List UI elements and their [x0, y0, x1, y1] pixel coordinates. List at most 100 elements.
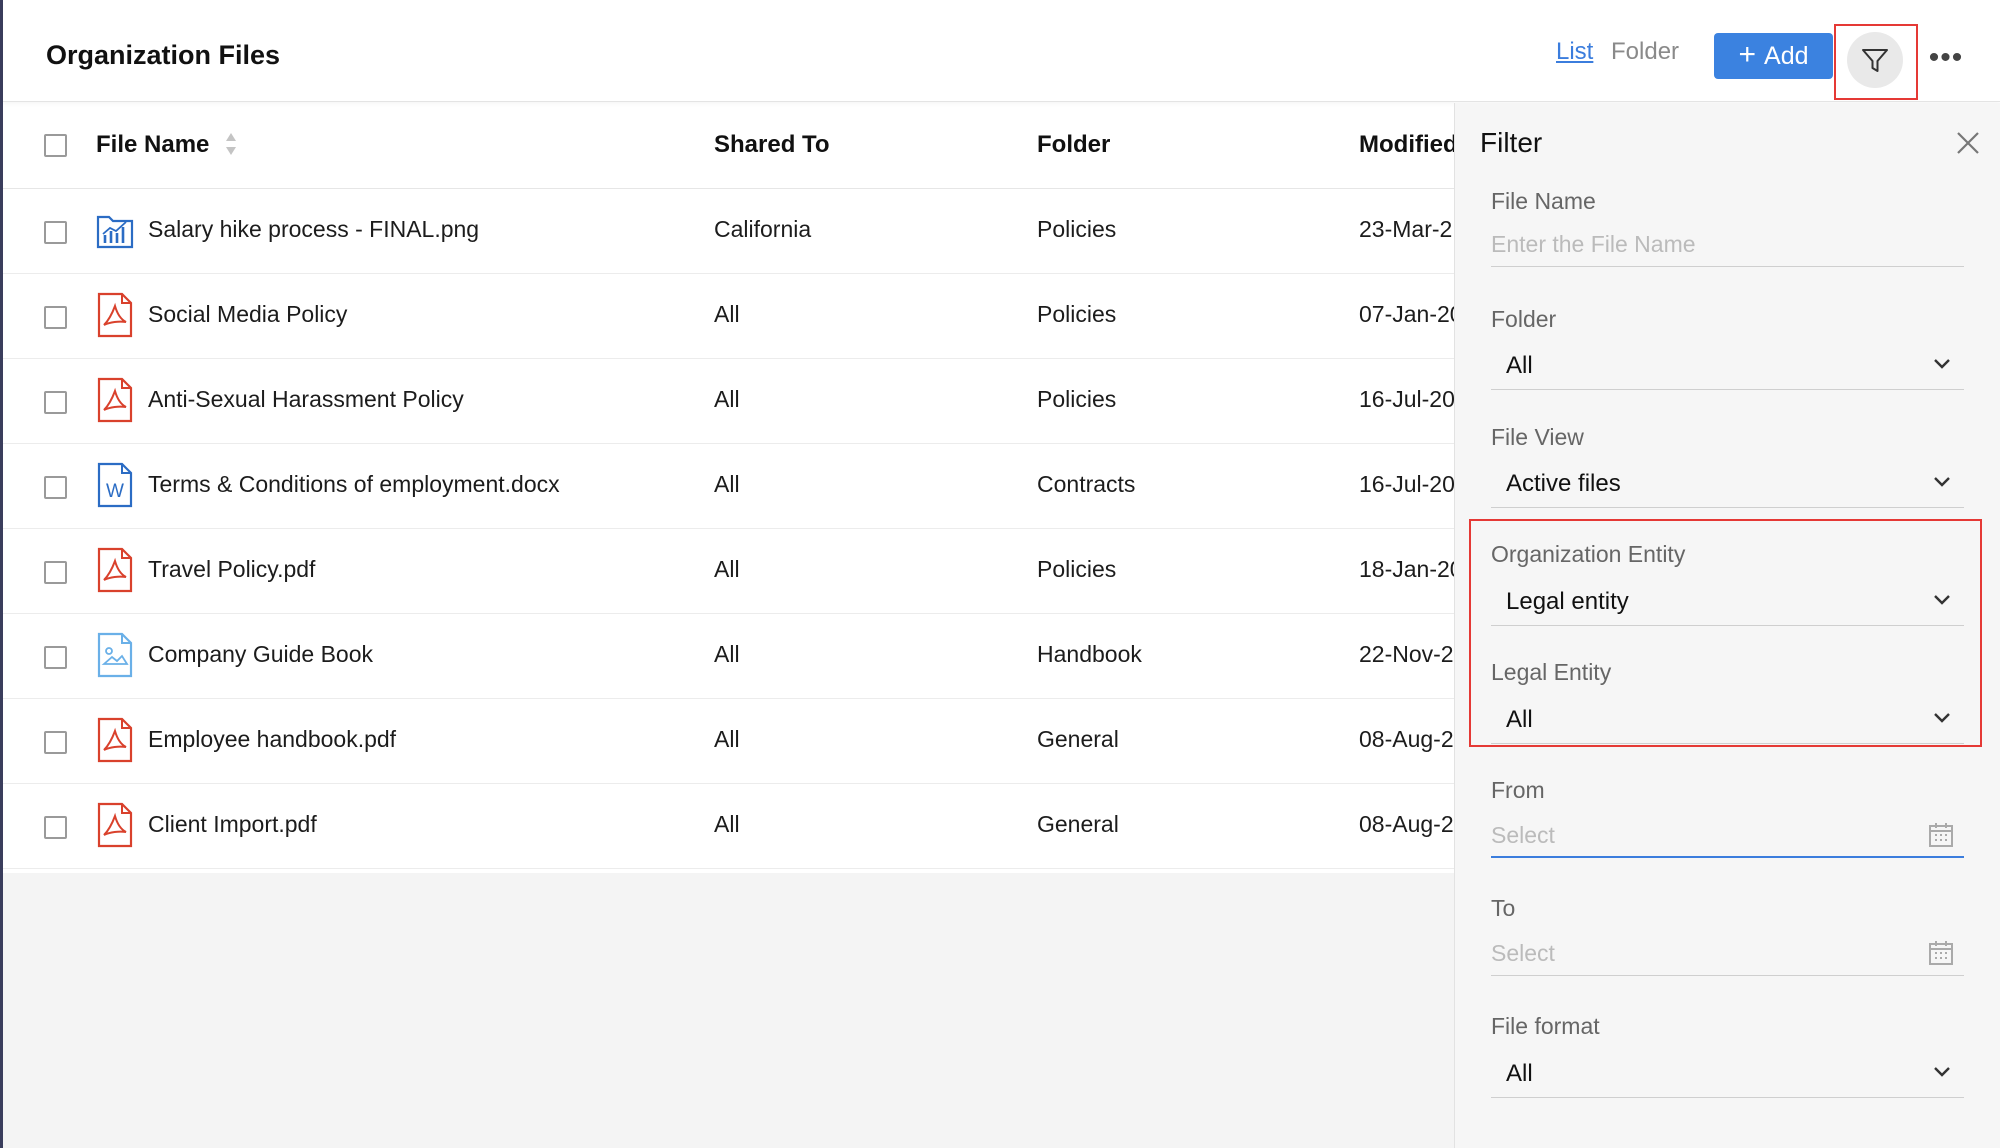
file-view-select[interactable]: Active files: [1491, 460, 1964, 508]
word-doc-icon: W: [97, 462, 133, 508]
file-name[interactable]: Salary hike process - FINAL.png: [148, 216, 479, 243]
org-entity-select-value: Legal entity: [1506, 588, 1629, 615]
file-format-select-value: All: [1506, 1060, 1533, 1087]
sort-icon[interactable]: [224, 131, 238, 157]
table-header: File Name Shared To Folder Modified: [3, 103, 1458, 189]
page-title: Organization Files: [46, 40, 281, 70]
folder-name: Policies: [1037, 301, 1117, 327]
empty-table-area: [3, 873, 1455, 1148]
folder-select[interactable]: All: [1491, 342, 1964, 390]
folder-name: General: [1037, 726, 1119, 752]
table-row[interactable]: Anti-Sexual Harassment Policy All Polici…: [3, 359, 1455, 444]
folder-name: Policies: [1037, 216, 1117, 242]
table-row[interactable]: Social Media Policy All Policies 07-Jan-…: [3, 274, 1463, 359]
row-checkbox[interactable]: [44, 816, 67, 839]
table-row[interactable]: W Terms & Conditions of employment.docx …: [3, 444, 1455, 529]
file-name[interactable]: Terms & Conditions of employment.docx: [148, 471, 560, 498]
legal-entity-select[interactable]: All: [1491, 696, 1964, 744]
file-name[interactable]: Employee handbook.pdf: [148, 726, 396, 753]
file-view-label: File View: [1491, 424, 1584, 450]
close-icon[interactable]: [1952, 127, 1984, 159]
org-entity-select[interactable]: Legal entity: [1491, 578, 1964, 626]
select-all-checkbox[interactable]: [44, 134, 67, 157]
shared-to: All: [714, 641, 740, 667]
shared-to: California: [714, 216, 812, 242]
column-header-label: File Name: [96, 131, 210, 158]
table-row[interactable]: Client Import.pdf All General 08-Aug-2: [3, 784, 1455, 869]
row-checkbox[interactable]: [44, 221, 67, 244]
pdf-icon: [97, 292, 133, 338]
chevron-down-icon: [1934, 359, 1950, 369]
org-entity-label: Organization Entity: [1491, 541, 1686, 567]
column-header-file-name[interactable]: File Name: [96, 131, 238, 159]
modified-date: 07-Jan-20: [1359, 301, 1463, 327]
column-header-shared-to[interactable]: Shared To: [714, 131, 830, 159]
file-name[interactable]: Travel Policy.pdf: [148, 556, 315, 583]
file-view-select-value: Active files: [1506, 470, 1621, 497]
pdf-icon: [97, 717, 133, 763]
file-format-select[interactable]: All: [1491, 1050, 1964, 1098]
row-checkbox[interactable]: [44, 731, 67, 754]
pdf-icon: [97, 377, 133, 423]
file-format-label: File format: [1491, 1013, 1600, 1039]
plus-icon: +: [1738, 37, 1757, 71]
folder-name: Handbook: [1037, 641, 1142, 667]
legal-entity-label: Legal Entity: [1491, 659, 1612, 685]
row-checkbox[interactable]: [44, 391, 67, 414]
from-date-placeholder: Select: [1491, 822, 1555, 848]
modified-date: 23-Mar-2: [1359, 216, 1453, 242]
shared-to: All: [714, 556, 740, 582]
row-checkbox[interactable]: [44, 476, 67, 499]
filter-panel-title: Filter: [1480, 127, 1543, 158]
list-view-link[interactable]: List: [1556, 38, 1593, 66]
file-name[interactable]: Client Import.pdf: [148, 811, 317, 838]
funnel-icon: [1862, 49, 1888, 72]
folder-label: Folder: [1491, 306, 1557, 332]
add-button-label: Add: [1764, 41, 1809, 70]
table-row[interactable]: Employee handbook.pdf All General 08-Aug…: [3, 699, 1455, 784]
chevron-down-icon: [1934, 1067, 1950, 1077]
row-checkbox[interactable]: [44, 561, 67, 584]
folder-name: Policies: [1037, 556, 1117, 582]
table-row[interactable]: Travel Policy.pdf All Policies 18-Jan-20: [3, 529, 1463, 614]
from-date-input[interactable]: Select: [1491, 814, 1964, 858]
modified-date: 16-Jul-20: [1359, 386, 1455, 412]
to-date-placeholder: Select: [1491, 940, 1555, 966]
row-checkbox[interactable]: [44, 646, 67, 669]
file-name[interactable]: Social Media Policy: [148, 301, 347, 328]
folder-name: Contracts: [1037, 471, 1136, 497]
legal-entity-select-value: All: [1506, 706, 1533, 733]
file-name[interactable]: Anti-Sexual Harassment Policy: [148, 386, 464, 413]
to-date-input[interactable]: Select: [1491, 932, 1964, 976]
column-header-folder[interactable]: Folder: [1037, 131, 1110, 159]
shared-to: All: [714, 811, 740, 837]
image-icon: [97, 632, 133, 678]
shared-to: All: [714, 386, 740, 412]
to-label: To: [1491, 895, 1516, 921]
file-name-label: File Name: [1491, 188, 1596, 214]
modified-date: 22-Nov-2: [1359, 641, 1454, 667]
shared-to: All: [714, 726, 740, 752]
pdf-icon: [97, 802, 133, 848]
calendar-icon[interactable]: [1928, 822, 1954, 848]
modified-date: 16-Jul-20: [1359, 471, 1455, 497]
more-options-icon[interactable]: •••: [1928, 40, 1964, 76]
folder-name: Policies: [1037, 386, 1117, 412]
file-name-input[interactable]: Enter the File Name: [1491, 223, 1964, 267]
calendar-icon[interactable]: [1928, 940, 1954, 966]
column-header-modified[interactable]: Modified: [1359, 131, 1458, 159]
page-header: Organization Files List Folder + Add •••: [3, 0, 2000, 102]
table-row[interactable]: Company Guide Book All Handbook 22-Nov-2: [3, 614, 1455, 699]
image-chart-icon: [96, 215, 134, 249]
chevron-down-icon: [1934, 713, 1950, 723]
folder-view-link[interactable]: Folder: [1611, 38, 1679, 66]
shared-to: All: [714, 301, 740, 327]
from-label: From: [1491, 777, 1545, 803]
table-row[interactable]: Salary hike process - FINAL.png Californ…: [3, 189, 1455, 274]
filter-button[interactable]: [1847, 32, 1903, 88]
row-checkbox[interactable]: [44, 306, 67, 329]
file-name[interactable]: Company Guide Book: [148, 641, 373, 668]
svg-text:W: W: [106, 481, 124, 502]
filter-panel: Filter File Name Enter the File Name Fol…: [1454, 103, 2000, 1148]
add-button[interactable]: + Add: [1714, 33, 1833, 79]
